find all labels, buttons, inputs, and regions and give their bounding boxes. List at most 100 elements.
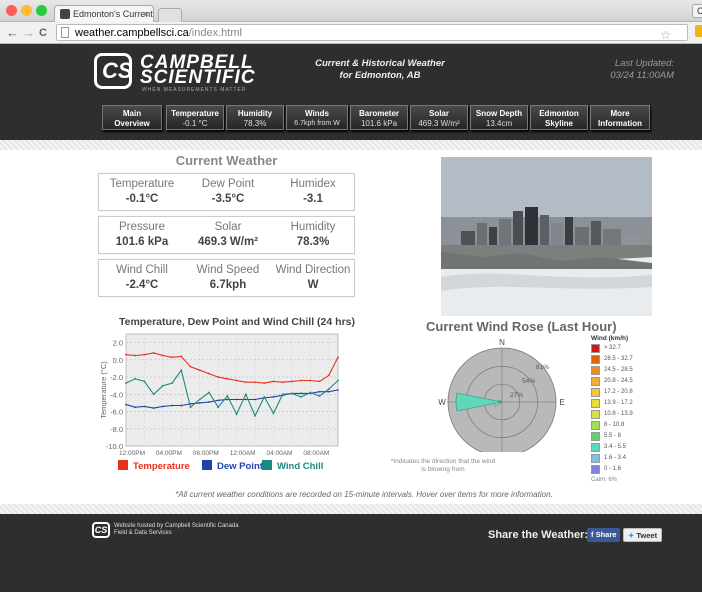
data-point[interactable]	[309, 379, 312, 382]
data-point[interactable]	[226, 395, 229, 397]
nav-button-snow-depth[interactable]: Snow Depth 13.4cm	[470, 105, 528, 130]
data-point[interactable]	[152, 407, 155, 409]
data-point[interactable]	[161, 354, 164, 357]
forward-icon[interactable]: →	[22, 25, 35, 40]
weather-cell[interactable]: Humidex -3.1	[270, 178, 356, 206]
bookmark-star-icon[interactable]: ☆	[660, 27, 671, 43]
facebook-share-button[interactable]: f Share	[587, 528, 621, 542]
data-point[interactable]	[318, 390, 321, 393]
data-point[interactable]	[226, 398, 229, 401]
data-point[interactable]	[309, 391, 312, 394]
data-point[interactable]	[134, 354, 137, 357]
temperature-chart[interactable]: 2.00.0-2.0-4.0-6.0-8.0-10.012:00PM 04:00P…	[98, 326, 346, 461]
data-point[interactable]	[337, 379, 339, 382]
new-tab-button[interactable]	[158, 8, 182, 22]
data-point[interactable]	[244, 398, 247, 401]
campbell-logo[interactable]: CS CAMPBELL SCIENTIFIC WHEN MEASUREMENTS…	[94, 53, 255, 93]
data-point[interactable]	[180, 369, 183, 372]
data-point[interactable]	[171, 382, 173, 385]
nav-button-main[interactable]: Main Overview	[102, 105, 162, 130]
data-point[interactable]	[217, 406, 220, 409]
nav-button-barometer[interactable]: Barometer 101.6 kPa	[350, 105, 408, 130]
data-point[interactable]	[281, 393, 284, 396]
data-point[interactable]	[125, 403, 127, 406]
data-point[interactable]	[161, 384, 164, 387]
data-point[interactable]	[281, 381, 284, 384]
data-point[interactable]	[254, 398, 256, 401]
data-point[interactable]	[235, 398, 238, 401]
profile-button[interactable]: C	[692, 4, 702, 18]
data-point[interactable]	[198, 369, 201, 372]
nav-button-more[interactable]: More Information	[590, 105, 650, 130]
minimize-window-button[interactable]	[21, 5, 32, 16]
data-point[interactable]	[337, 389, 339, 391]
nav-button-solar[interactable]: Solar 469.3 W/m²	[410, 105, 468, 130]
data-point[interactable]	[198, 402, 201, 404]
address-bar[interactable]: weather.campbellsci.ca/index.html ☆	[56, 24, 688, 43]
data-point[interactable]	[244, 393, 247, 396]
weather-cell[interactable]: Humidity 78.3%	[270, 221, 356, 249]
data-point[interactable]	[152, 352, 155, 354]
data-point[interactable]	[180, 404, 183, 407]
data-point[interactable]	[208, 372, 210, 375]
data-point[interactable]	[226, 377, 229, 380]
weather-cell[interactable]: Wind Chill -2.4°C	[99, 264, 185, 292]
data-point[interactable]	[327, 388, 330, 391]
data-point[interactable]	[300, 395, 303, 398]
data-point[interactable]	[272, 380, 275, 383]
data-point[interactable]	[189, 365, 192, 368]
data-point[interactable]	[180, 355, 183, 358]
data-point[interactable]	[217, 399, 220, 402]
close-window-button[interactable]	[6, 5, 17, 16]
nav-button-temperature[interactable]: Temperature -0.1 °C	[166, 105, 224, 130]
data-point[interactable]	[327, 374, 330, 377]
weather-cell[interactable]: Solar 469.3 W/m²	[185, 221, 271, 249]
data-point[interactable]	[208, 391, 210, 394]
weather-cell[interactable]: Pressure 101.6 kPa	[99, 221, 185, 249]
data-point[interactable]	[152, 393, 155, 396]
data-point[interactable]	[300, 392, 303, 395]
data-point[interactable]	[291, 392, 293, 395]
data-point[interactable]	[263, 395, 266, 398]
back-icon[interactable]: ←	[6, 25, 19, 40]
nav-button-humidity[interactable]: Humidity 78.3%	[226, 105, 284, 130]
data-point[interactable]	[318, 380, 321, 383]
data-point[interactable]	[254, 414, 256, 417]
nav-button-winds[interactable]: Winds 6.7kph from W	[286, 105, 348, 130]
data-point[interactable]	[208, 401, 210, 403]
data-point[interactable]	[134, 377, 137, 380]
weather-cell[interactable]: Temperature -0.1°C	[99, 178, 185, 206]
data-point[interactable]	[272, 395, 275, 398]
extension-icon[interactable]	[695, 25, 702, 37]
data-point[interactable]	[272, 412, 275, 415]
nav-button-edmonton[interactable]: Edmonton Skyline	[530, 105, 588, 130]
data-point[interactable]	[291, 380, 293, 383]
data-point[interactable]	[300, 379, 303, 382]
tweet-button[interactable]: ✦ Tweet	[623, 528, 663, 542]
data-point[interactable]	[143, 380, 146, 383]
data-point[interactable]	[337, 356, 339, 359]
weather-cell[interactable]: Wind Direction W	[270, 264, 356, 292]
webcam-image[interactable]	[441, 157, 652, 316]
reload-icon[interactable]: C	[39, 27, 47, 39]
wind-rose-chart[interactable]: NESW81%54%27%	[430, 332, 580, 452]
data-point[interactable]	[171, 404, 173, 407]
weather-cell[interactable]: Dew Point -3.5°C	[185, 178, 271, 206]
data-point[interactable]	[235, 413, 238, 416]
data-point[interactable]	[327, 390, 330, 393]
close-tab-icon[interactable]: ×	[144, 6, 149, 22]
data-point[interactable]	[189, 406, 192, 409]
data-point[interactable]	[143, 405, 146, 408]
data-point[interactable]	[254, 381, 256, 384]
data-point[interactable]	[235, 379, 238, 382]
data-point[interactable]	[125, 382, 127, 385]
data-point[interactable]	[198, 398, 201, 401]
data-point[interactable]	[263, 382, 266, 385]
data-point[interactable]	[318, 395, 321, 397]
footer-logo-icon[interactable]: CS	[92, 522, 110, 538]
data-point[interactable]	[125, 353, 127, 356]
browser-tab[interactable]: Edmonton's Current Weath ×	[54, 5, 154, 22]
data-point[interactable]	[143, 353, 146, 356]
data-point[interactable]	[161, 405, 164, 408]
zoom-window-button[interactable]	[36, 5, 47, 16]
